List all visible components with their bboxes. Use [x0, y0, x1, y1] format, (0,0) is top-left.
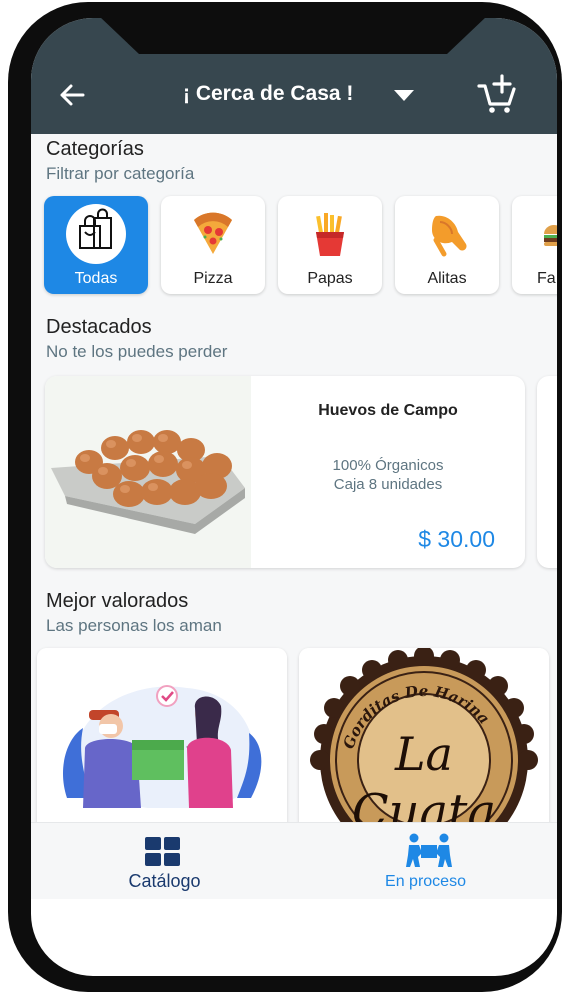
product-description: 100% Órganicos Caja 8 unidades [251, 456, 525, 494]
category-label: Papas [307, 270, 353, 287]
category-label: Alitas [427, 270, 467, 287]
nav-en-proceso[interactable]: En proceso [294, 823, 557, 899]
phone-notch [99, 18, 487, 54]
category-label: Todas [74, 270, 118, 287]
shopping-bags-icon [66, 204, 126, 264]
delivery-illustration [37, 648, 287, 822]
product-description-line: Caja 8 unidades [333, 476, 443, 493]
chicken-wing-icon [432, 215, 467, 257]
burger-icon [544, 225, 557, 246]
featured-product-card[interactable]: Huevos de Campo 100% Órganicos Caja 8 un… [45, 376, 525, 568]
phone-frame: ¡ Cerca de Casa ! Categorías Filtrar por… [8, 2, 562, 992]
top-rated-subtitle: Las personas los aman [46, 616, 222, 635]
category-todas[interactable]: Todas [44, 196, 148, 294]
featured-product-card-next[interactable] [537, 376, 557, 568]
category-list: Todas Pizza Papas Alitas Fa [44, 196, 557, 296]
app-screen: ¡ Cerca de Casa ! Categorías Filtrar por… [31, 18, 557, 976]
page-title: ¡ Cerca de Casa ! [183, 82, 354, 105]
category-label: Fa [537, 270, 556, 287]
category-label: Pizza [193, 270, 233, 287]
category-alitas[interactable]: Alitas [395, 196, 499, 294]
arrow-left-icon[interactable] [57, 80, 87, 110]
logo-text-la: La [394, 727, 453, 781]
product-price: $ 30.00 [418, 526, 495, 552]
logo-text-cuata: Cuata [352, 784, 496, 822]
category-pizza[interactable]: Pizza [161, 196, 265, 294]
fries-icon [316, 213, 344, 256]
nav-label: En proceso [385, 873, 466, 890]
top-rated-title: Mejor valorados [46, 590, 189, 612]
nav-label: Catálogo [128, 871, 201, 891]
app-bar: ¡ Cerca de Casa ! [31, 18, 557, 134]
pizza-icon [194, 212, 232, 254]
people-carrying-box-icon [406, 833, 452, 867]
top-rated-card[interactable] [37, 648, 287, 822]
caret-down-icon[interactable] [393, 88, 415, 104]
featured-title: Destacados [46, 316, 152, 338]
catalog-content[interactable]: Categorías Filtrar por categoría Todas P… [31, 134, 557, 822]
nav-catalogo[interactable]: Catálogo [31, 823, 294, 899]
top-rated-card[interactable]: Gorditas De Harina La Cuata [299, 648, 549, 822]
featured-subtitle: No te los puedes perder [46, 342, 228, 361]
add-cart-icon[interactable] [477, 74, 517, 114]
categories-subtitle: Filtrar por categoría [46, 164, 195, 183]
product-description-line: 100% Órganicos [332, 457, 444, 474]
category-papas[interactable]: Papas [278, 196, 382, 294]
grid-icon [145, 837, 180, 866]
product-name: Huevos de Campo [318, 402, 458, 419]
la-cuata-logo: Gorditas De Harina La Cuata [299, 648, 549, 822]
bottom-nav: Catálogo En proceso [31, 822, 557, 899]
categories-title: Categorías [46, 138, 144, 160]
eggs-image [45, 376, 251, 568]
category-fa[interactable]: Fa [512, 196, 557, 294]
